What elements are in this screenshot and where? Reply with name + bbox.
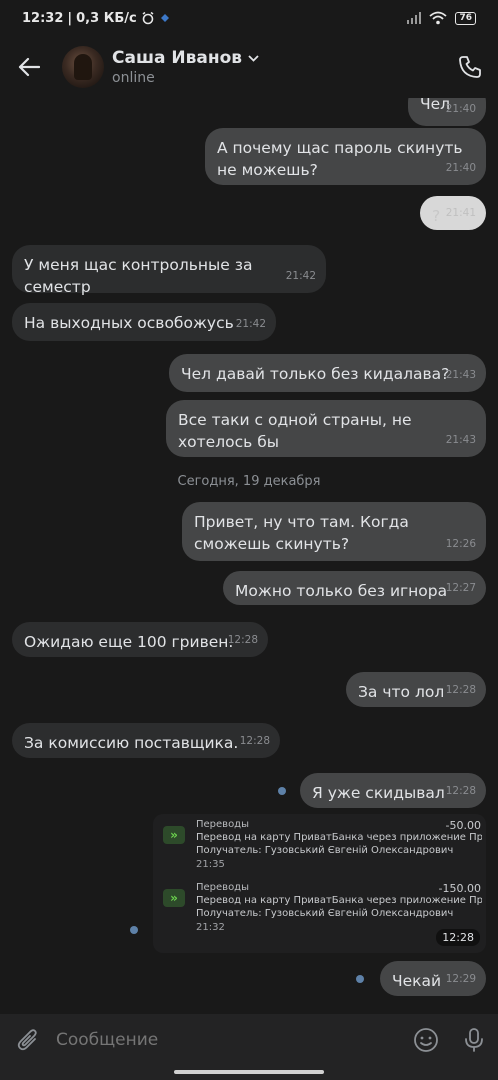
transfer-icon: » — [163, 889, 185, 907]
message-time: 12:28 — [445, 785, 476, 797]
message-bubble[interactable]: За комиссию поставщика. 12:28 — [12, 723, 280, 758]
message-text: За что лол — [358, 683, 445, 701]
transaction-title: Переводы — [196, 882, 249, 893]
alarm-icon — [142, 11, 154, 25]
message-time: 12:28 — [227, 634, 258, 646]
message-bubble[interactable]: Чел давай только без кидалава? 21:43 — [169, 354, 486, 392]
message-bubble[interactable]: ? 21:41 — [420, 196, 486, 230]
chevron-down-icon — [248, 54, 259, 62]
separator: | — [67, 10, 73, 26]
message-time: 12:28 — [239, 735, 270, 747]
message-text: Все таки с одной страны, не хотелось бы — [178, 411, 412, 451]
call-button[interactable] — [442, 39, 498, 95]
chat-header: Саша Иванов online — [0, 36, 498, 98]
contact-info[interactable]: Саша Иванов online — [112, 48, 259, 86]
unread-dot — [130, 926, 138, 934]
message-time: 21:42 — [235, 318, 266, 330]
message-text: Ожидаю еще 100 гривен. — [24, 633, 234, 651]
message-time: 21:42 — [285, 270, 316, 282]
message-bubble[interactable]: За что лол 12:28 — [346, 672, 486, 707]
message-input[interactable] — [56, 1030, 402, 1050]
microphone-icon — [465, 1028, 483, 1052]
message-text: За комиссию поставщика. — [24, 734, 239, 752]
app-notification-icon — [160, 14, 169, 22]
battery-icon: 76 — [455, 11, 476, 25]
message-text: Чел давай только без кидалава? — [181, 365, 450, 383]
message-time: 12:28 — [445, 684, 476, 696]
home-indicator — [0, 1066, 498, 1080]
image-attachment[interactable]: » Переводы -50.00 Перевод на карту Прива… — [153, 814, 486, 953]
message-bubble[interactable]: Ожидаю еще 100 гривен. 12:28 — [12, 622, 268, 657]
message-text: Чекай — [392, 972, 442, 990]
signal-icon — [407, 12, 422, 24]
sticker-button[interactable] — [402, 1027, 450, 1053]
message-time: 12:26 — [445, 538, 476, 550]
transaction-time: 21:35 — [196, 859, 225, 870]
home-bar[interactable] — [174, 1070, 324, 1074]
wifi-icon — [429, 11, 448, 25]
message-time: 12:29 — [445, 973, 476, 985]
transaction-amount: -150.00 — [438, 882, 481, 895]
date-separator: Сегодня, 19 декабря — [177, 474, 321, 489]
unread-dot — [278, 787, 286, 795]
message-text: Привет, ну что там. Когда сможешь скинут… — [194, 513, 409, 553]
message-text: На выходных освобожусь — [24, 314, 234, 332]
attach-button[interactable] — [0, 1028, 56, 1052]
message-bubble[interactable]: Я уже скидывал 12:28 — [300, 773, 486, 808]
clock: 12:32 — [22, 10, 64, 26]
transfer-icon: » — [163, 826, 185, 844]
message-bubble[interactable]: Все таки с одной страны, не хотелось бы … — [166, 400, 486, 457]
transaction-description: Перевод на карту ПриватБанка через прило… — [196, 832, 482, 843]
message-text: ? — [432, 207, 441, 225]
transaction-time: 21:32 — [196, 922, 225, 933]
network-speed: 0,3 КБ/с — [76, 10, 137, 26]
avatar[interactable] — [62, 46, 104, 88]
paperclip-icon — [17, 1029, 37, 1051]
message-text: У меня щас контрольные за семестр — [24, 256, 253, 296]
smile-icon — [414, 1028, 438, 1052]
message-bubble[interactable]: Можно только без игнора 12:27 — [223, 571, 486, 605]
phone-icon — [459, 56, 481, 78]
back-button[interactable] — [0, 38, 58, 96]
message-time: 21:40 — [445, 162, 476, 174]
message-bubble[interactable]: А почему щас пароль скинуть не можешь? 2… — [205, 128, 486, 185]
message-time: 21:43 — [445, 369, 476, 381]
unread-dot — [356, 975, 364, 983]
message-bubble[interactable]: Чел 21:40 — [408, 98, 486, 126]
message-text: Можно только без игнора — [235, 582, 448, 600]
message-bubble[interactable]: Чекай 12:29 — [380, 961, 486, 996]
message-composer — [0, 1014, 498, 1066]
message-time: 21:41 — [445, 207, 476, 219]
message-bubble[interactable]: У меня щас контрольные за семестр 21:42 — [12, 245, 326, 296]
message-time: 12:28 — [436, 929, 480, 946]
arrow-left-icon — [18, 57, 40, 77]
transaction-recipient: Получатель: Гузовський Євгеній Олександр… — [196, 845, 454, 856]
voice-button[interactable] — [450, 1027, 498, 1053]
message-list[interactable]: Чел 21:40 А почему щас пароль скинуть не… — [0, 98, 498, 1014]
status-bar: 12:32 | 0,3 КБ/с 76 — [0, 0, 498, 36]
message-time: 12:27 — [445, 582, 476, 594]
message-time: 21:43 — [445, 434, 476, 446]
message-text: Я уже скидывал — [312, 784, 445, 802]
transaction-recipient: Получатель: Гузовський Євгеній Олександр… — [196, 908, 454, 919]
transaction-description: Перевод на карту ПриватБанка через прило… — [196, 895, 482, 906]
contact-name: Саша Иванов — [112, 48, 243, 68]
message-bubble[interactable]: На выходных освобожусь 21:42 — [12, 303, 276, 341]
presence-status: online — [112, 70, 155, 86]
message-text: А почему щас пароль скинуть не можешь? — [217, 139, 463, 179]
transaction-amount: -50.00 — [445, 819, 481, 832]
message-bubble[interactable]: Привет, ну что там. Когда сможешь скинут… — [182, 502, 486, 561]
transaction-title: Переводы — [196, 819, 249, 830]
message-time: 21:40 — [445, 103, 476, 115]
